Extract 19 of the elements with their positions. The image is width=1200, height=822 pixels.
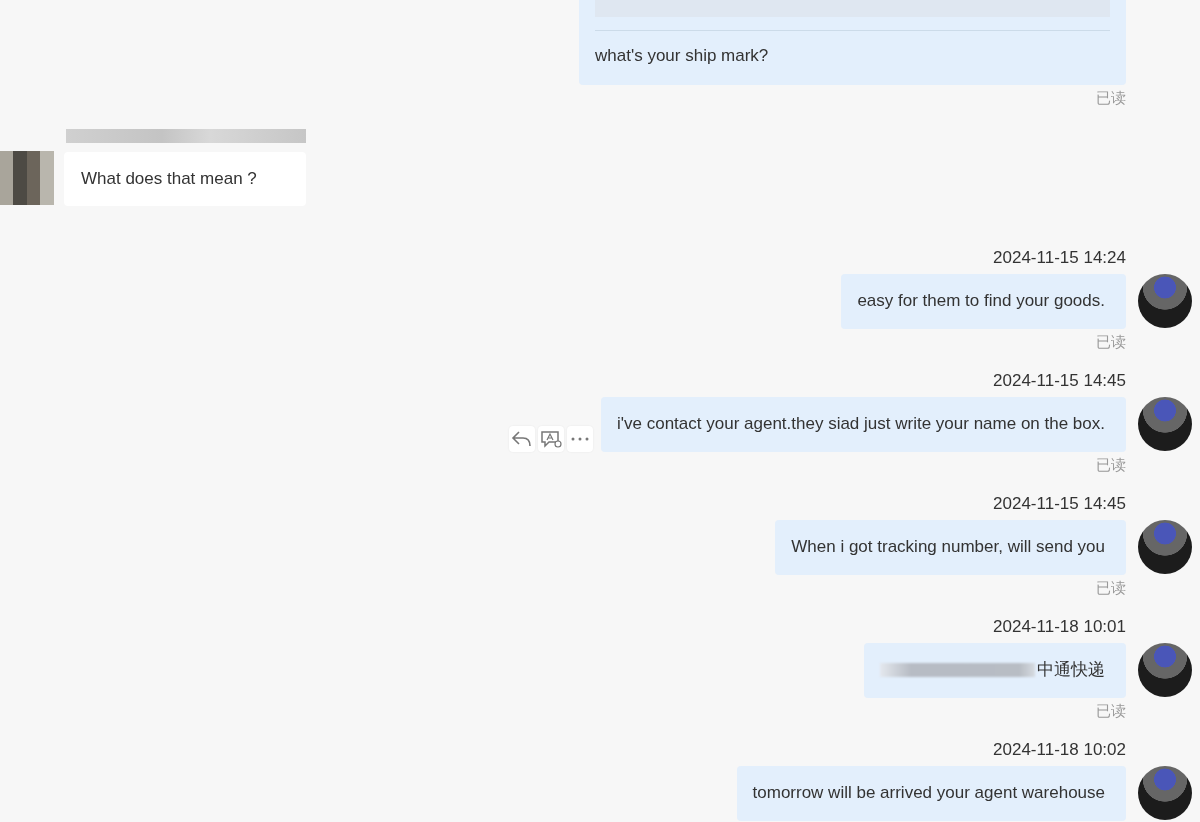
read-status: 已读 xyxy=(1096,579,1126,597)
read-status: 已读 xyxy=(1096,702,1126,720)
message-bubble: What does that mean ? xyxy=(64,152,306,206)
read-status: 已读 xyxy=(1096,456,1126,474)
message-timestamp: 2024-11-18 10:02 xyxy=(993,740,1126,760)
message-bubble: When i got tracking number, will send you xyxy=(775,520,1126,575)
message-bubble: easy for them to find your goods. xyxy=(841,274,1126,329)
read-status: 已读 xyxy=(1096,333,1126,351)
translate-icon[interactable] xyxy=(538,426,564,452)
message-timestamp: 2024-11-15 14:45 xyxy=(993,494,1126,514)
message-timestamp: 2024-11-15 14:24 xyxy=(993,248,1126,268)
message-timestamp: 2024-11-15 14:45 xyxy=(993,371,1126,391)
message-bubble: tomorrow will be arrived your agent warehouse xyxy=(736,766,1126,821)
message-bubble: what's your ship mark? xyxy=(579,0,1126,85)
read-status: 已读 xyxy=(1096,89,1126,107)
message-bubble: i've contact your agent.they siad just write your name on the box. xyxy=(601,397,1126,452)
message-bubble: 中通快递 xyxy=(864,643,1126,698)
message-timestamp: 2024-11-18 10:01 xyxy=(993,617,1126,637)
reply-icon[interactable] xyxy=(509,426,535,452)
